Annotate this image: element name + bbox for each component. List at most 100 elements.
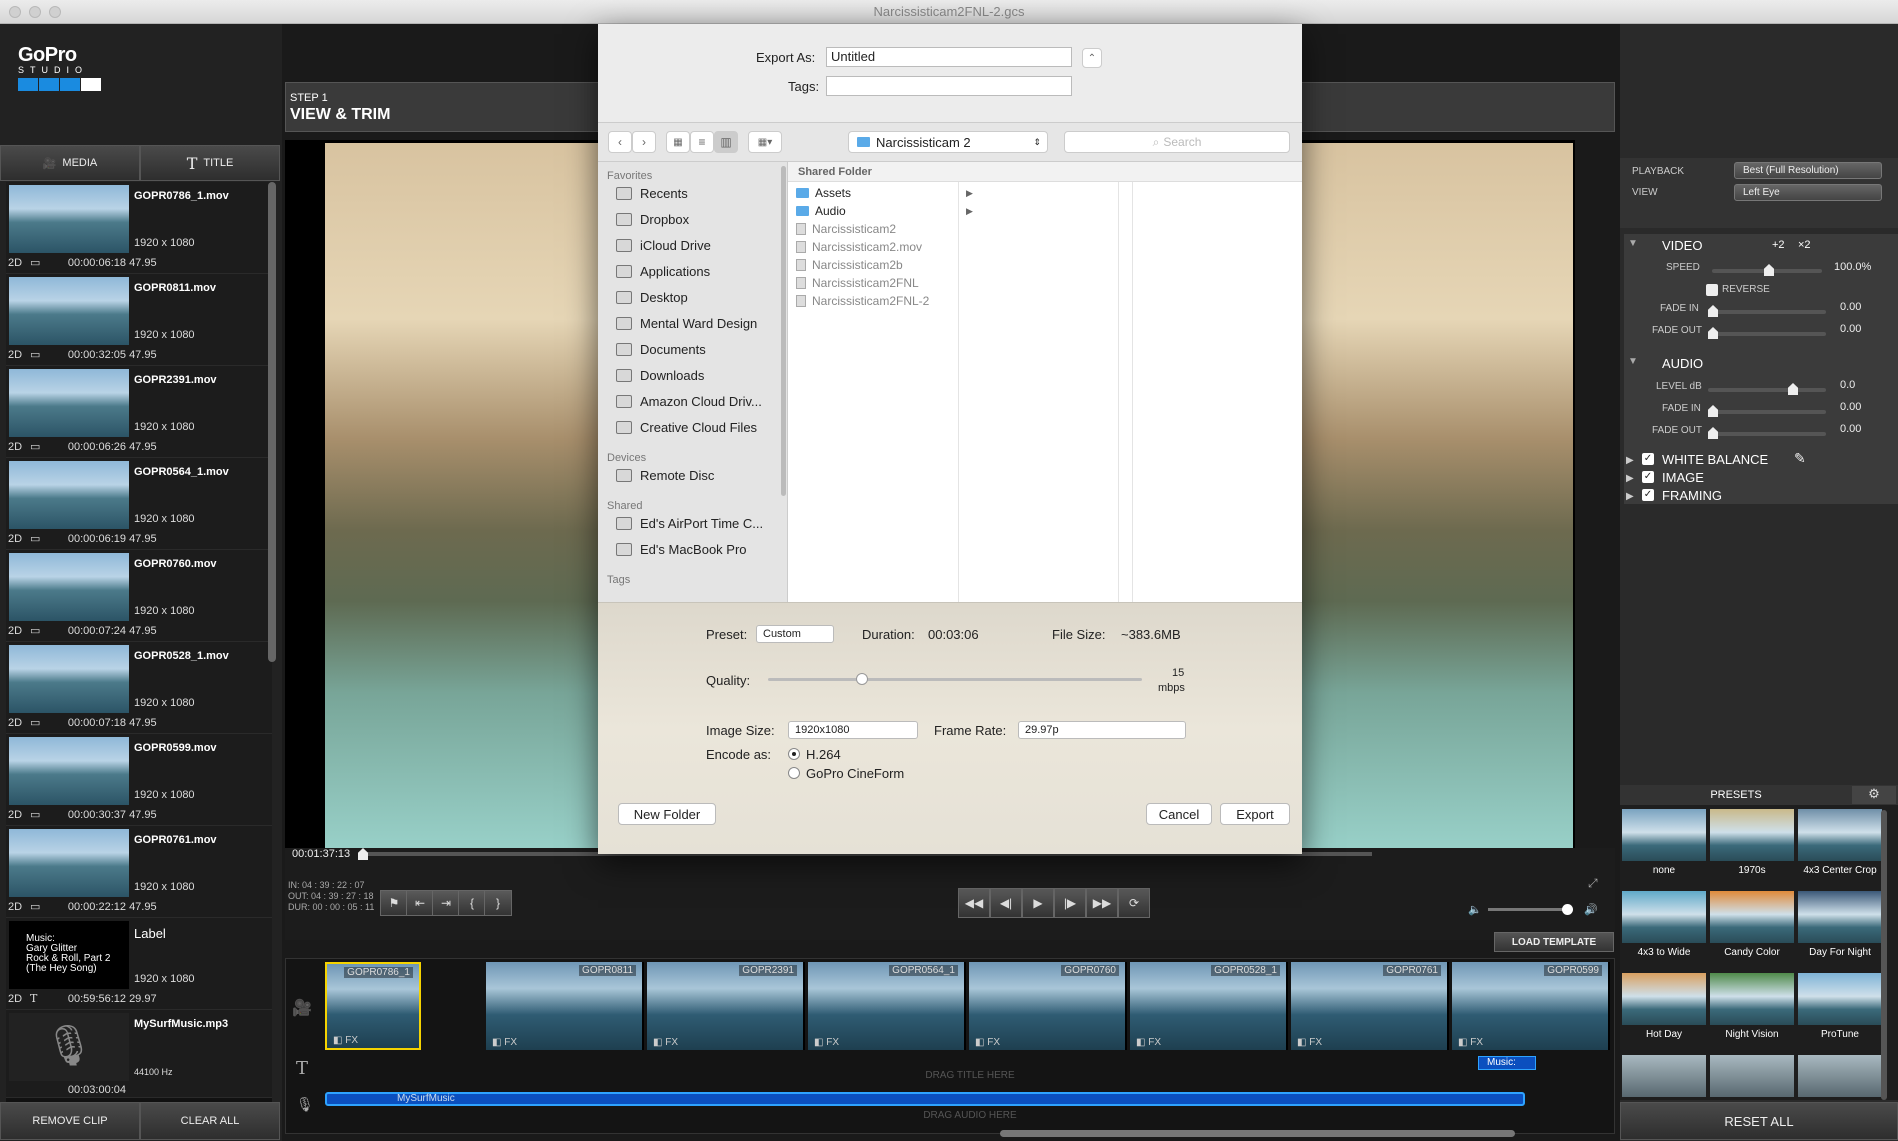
preset-thumbnail[interactable]	[1622, 973, 1706, 1025]
preset-thumbnail[interactable]	[1798, 1055, 1882, 1097]
fullscreen-icon[interactable]: ⤢	[1588, 876, 1598, 891]
media-list-item[interactable]: GOPR2391.mov 1920 x 1080 2D ▭ 00:00:06:26 47…	[6, 366, 272, 458]
media-scrollbar[interactable]	[268, 182, 276, 662]
level-value[interactable]: 0.0	[1840, 379, 1855, 391]
playback-select[interactable]: Best (Full Resolution)	[1734, 162, 1882, 179]
image-size-select[interactable]: 1920x1080	[788, 721, 918, 739]
sidebar-item[interactable]: Dropbox	[616, 212, 689, 227]
framing-checkbox[interactable]: ✓	[1642, 489, 1654, 501]
audio-collapse-icon[interactable]: ▼	[1628, 356, 1638, 367]
timeline-scrollbar[interactable]	[1000, 1130, 1515, 1137]
play-icon[interactable]: ▶	[1022, 888, 1054, 918]
file-row[interactable]: Narcissisticam2b	[796, 258, 903, 272]
preset-thumbnail[interactable]	[1798, 891, 1882, 943]
remove-clip-button[interactable]: REMOVE CLIP	[0, 1102, 140, 1140]
title-list-item[interactable]: Music: Gary Glitter Rock & Roll, Part 2 …	[6, 918, 272, 1010]
wb-checkbox[interactable]: ✓	[1642, 453, 1654, 465]
timeline-clip[interactable]: GOPR2391 ◧ FX	[647, 962, 805, 1050]
media-list-item[interactable]: GOPR0811.mov 1920 x 1080 2D ▭ 00:00:32:05 47…	[6, 274, 272, 366]
sidebar-item[interactable]: Recents	[616, 186, 688, 201]
preset-thumbnail[interactable]	[1710, 891, 1794, 943]
video-fade-in-slider[interactable]	[1708, 305, 1826, 317]
x2-times[interactable]: ×2	[1798, 239, 1811, 251]
go-out-icon[interactable]: ⇥	[432, 890, 460, 916]
timeline-clip[interactable]: GOPR0761 ◧ FX	[1291, 962, 1449, 1050]
sidebar-item[interactable]: Remote Disc	[616, 468, 714, 483]
sidebar-item[interactable]: Documents	[616, 342, 706, 357]
framing-section[interactable]: FRAMING	[1662, 488, 1722, 503]
video-fade-in-value[interactable]: 0.00	[1840, 301, 1861, 313]
timeline-clip[interactable]: GOPR0786_1 ◧ FX	[325, 962, 421, 1050]
wb-expand-icon[interactable]: ▶	[1626, 455, 1634, 466]
go-in-icon[interactable]: ⇤	[406, 890, 434, 916]
cineform-radio[interactable]	[788, 767, 800, 779]
fx-badge[interactable]: ◧ FX	[653, 1037, 678, 1048]
fx-badge[interactable]: ◧ FX	[492, 1037, 517, 1048]
rewind-icon[interactable]: ◀◀	[958, 888, 990, 918]
video-collapse-icon[interactable]: ▼	[1628, 238, 1638, 249]
tags-input[interactable]	[826, 76, 1072, 96]
framing-expand-icon[interactable]: ▶	[1626, 491, 1634, 502]
folder-row[interactable]: Audio ▶	[796, 204, 973, 218]
media-list-item[interactable]: GOPR0564_1.mov 1920 x 1080 2D ▭ 00:00:06:19 …	[6, 458, 272, 550]
sidebar-item[interactable]: Applications	[616, 264, 710, 279]
presets-scrollbar[interactable]	[1881, 810, 1887, 1100]
load-template-button[interactable]: LOAD TEMPLATE	[1494, 932, 1614, 952]
timeline-clip[interactable]: GOPR0564_1 ◧ FX	[808, 962, 966, 1050]
file-row[interactable]: Narcissisticam2	[796, 222, 896, 236]
timeline-clip[interactable]: GOPR0528_1 ◧ FX	[1130, 962, 1288, 1050]
level-slider[interactable]	[1708, 383, 1826, 395]
sidebar-item[interactable]: Amazon Cloud Driv...	[616, 394, 762, 409]
speed-value[interactable]: 100.0%	[1834, 261, 1871, 273]
audio-fade-in-slider[interactable]	[1708, 405, 1826, 417]
set-out-icon[interactable]: }	[484, 890, 512, 916]
volume-knob[interactable]	[1562, 904, 1573, 915]
image-section[interactable]: IMAGE	[1662, 470, 1704, 485]
list-view-icon[interactable]: ≡	[690, 131, 714, 153]
arrange-icon[interactable]: ▦▾	[748, 131, 782, 153]
preset-thumbnail[interactable]	[1798, 809, 1882, 861]
tab-media[interactable]: 🎥 MEDIA	[0, 145, 140, 181]
file-row[interactable]: Narcissisticam2FNL-2	[796, 294, 929, 308]
white-balance-section[interactable]: WHITE BALANCE	[1662, 452, 1768, 467]
media-list-item[interactable]: GOPR0599.mov 1920 x 1080 2D ▭ 00:00:30:37 47…	[6, 734, 272, 826]
step-forward-icon[interactable]: |▶	[1054, 888, 1086, 918]
timeline-clip[interactable]: GOPR0760 ◧ FX	[969, 962, 1127, 1050]
speed-slider[interactable]	[1712, 264, 1822, 276]
collapse-dialog-icon[interactable]: ⌃	[1082, 48, 1102, 68]
sidebar-scrollbar[interactable]	[781, 166, 786, 496]
fx-badge[interactable]: ◧ FX	[333, 1035, 358, 1046]
quality-slider[interactable]	[768, 673, 1142, 685]
drag-audio-zone[interactable]: DRAG AUDIO HERE	[325, 1110, 1615, 1124]
preset-thumbnail[interactable]	[1622, 1055, 1706, 1097]
image-checkbox[interactable]: ✓	[1642, 471, 1654, 483]
sidebar-item[interactable]: Ed's MacBook Pro	[616, 542, 747, 557]
preset-thumbnail[interactable]	[1710, 1055, 1794, 1097]
media-list-item[interactable]: GOPR0528_1.mov 1920 x 1080 2D ▭ 00:00:07:18 …	[6, 642, 272, 734]
set-in-icon[interactable]: {	[458, 890, 486, 916]
back-icon[interactable]: ‹	[608, 131, 632, 153]
preset-thumbnail[interactable]	[1710, 973, 1794, 1025]
fast-forward-icon[interactable]: ▶▶	[1086, 888, 1118, 918]
audio-fade-in-value[interactable]: 0.00	[1840, 401, 1861, 413]
column-view-icon[interactable]: ▥	[714, 131, 738, 153]
file-row[interactable]: Narcissisticam2.mov	[796, 240, 922, 254]
timeline-clip[interactable]: GOPR0599 ◧ FX	[1452, 962, 1610, 1050]
sidebar-item[interactable]: Ed's AirPort Time C...	[616, 516, 763, 531]
view-select[interactable]: Left Eye	[1734, 184, 1882, 201]
preset-thumbnail[interactable]	[1710, 809, 1794, 861]
drag-title-zone[interactable]: DRAG TITLE HERE	[325, 1070, 1615, 1088]
sidebar-item[interactable]: Creative Cloud Files	[616, 420, 757, 435]
tab-title[interactable]: T TITLE	[140, 145, 280, 181]
fx-badge[interactable]: ◧ FX	[1297, 1037, 1322, 1048]
video-fade-out-value[interactable]: 0.00	[1840, 323, 1861, 335]
export-button[interactable]: Export	[1220, 803, 1290, 825]
volume-slider[interactable]	[1488, 904, 1573, 915]
fx-badge[interactable]: ◧ FX	[1136, 1037, 1161, 1048]
icon-view-icon[interactable]: ▦	[666, 131, 690, 153]
media-list-item[interactable]: GOPR0761.mov 1920 x 1080 2D ▭ 00:00:22:12 47…	[6, 826, 272, 918]
step-back-icon[interactable]: ◀|	[990, 888, 1022, 918]
sidebar-item[interactable]: Mental Ward Design	[616, 316, 757, 331]
folder-row[interactable]: Assets ▶	[796, 186, 973, 200]
media-list-item[interactable]: GOPR0760.mov 1920 x 1080 2D ▭ 00:00:07:24 47…	[6, 550, 272, 642]
